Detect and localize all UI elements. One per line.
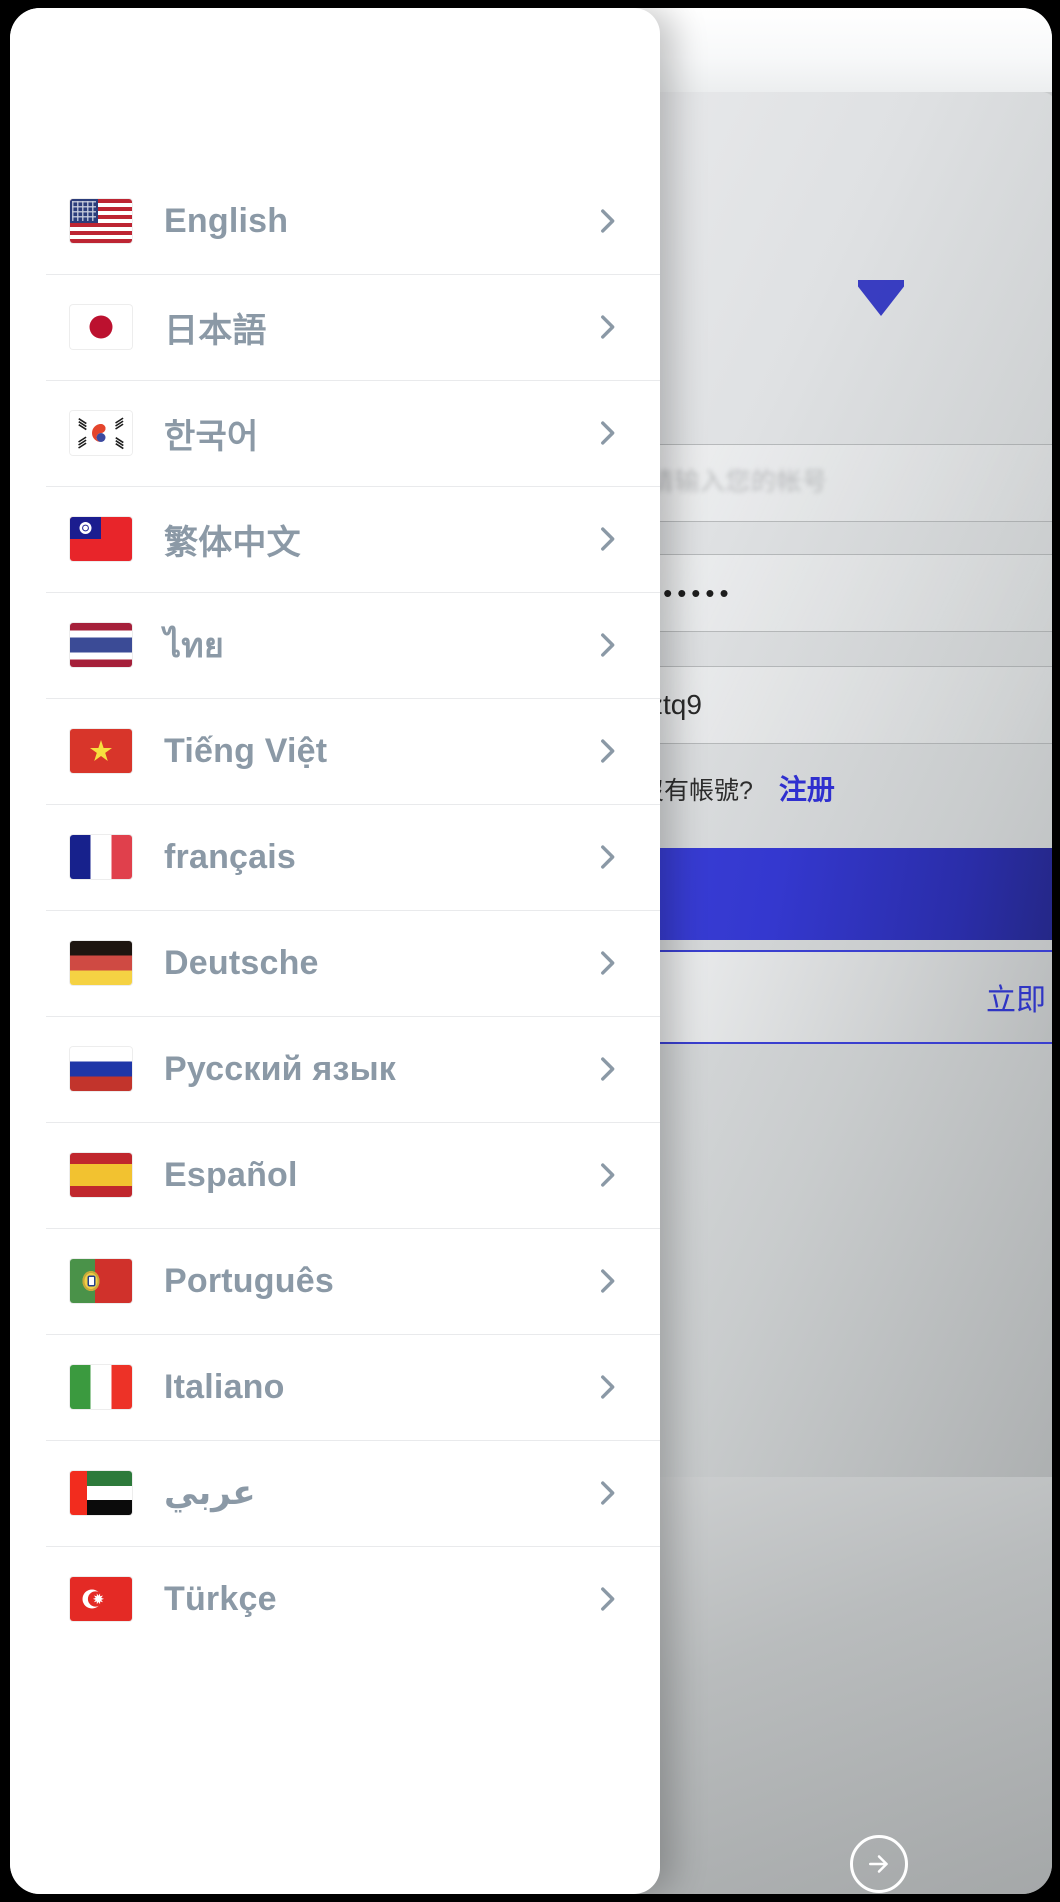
language-label: Deutsche — [164, 943, 319, 982]
language-row-arabic[interactable]: عربي — [10, 1440, 660, 1546]
language-label: 繁体中文 — [164, 523, 301, 562]
language-drawer: English 日本語 한국어 繁体中文 ไทย Tiếng Việt fran… — [10, 8, 660, 1894]
flag-tw-icon — [70, 517, 132, 561]
language-label: ไทย — [164, 627, 225, 665]
chevron-right-icon — [590, 310, 624, 344]
flag-es-icon — [70, 1153, 132, 1197]
language-label: Tiếng Việt — [164, 731, 328, 770]
language-label: English — [164, 201, 289, 240]
chevron-right-icon — [590, 734, 624, 768]
language-label: 日本語 — [164, 311, 267, 350]
chevron-right-icon — [590, 1476, 624, 1510]
chevron-right-icon — [590, 1264, 624, 1298]
flag-ae-icon — [70, 1471, 132, 1515]
language-list: English 日本語 한국어 繁体中文 ไทย Tiếng Việt fran… — [10, 168, 660, 1652]
flag-fr-icon — [70, 835, 132, 879]
phone-screen: 请输入您的帐号 •••••• ztq9 還沒有帳號? 注册 立即 English… — [0, 0, 1060, 1902]
language-row-italian[interactable]: Italiano — [10, 1334, 660, 1440]
chevron-right-icon — [590, 1158, 624, 1192]
chevron-right-icon — [590, 946, 624, 980]
chevron-right-icon — [590, 522, 624, 556]
flag-pt-icon — [70, 1259, 132, 1303]
language-label: عربي — [164, 1474, 256, 1512]
chevron-right-icon — [590, 1052, 624, 1086]
flag-kr-icon — [70, 411, 132, 455]
language-row-japanese[interactable]: 日本語 — [10, 274, 660, 380]
language-row-spanish[interactable]: Español — [10, 1122, 660, 1228]
chevron-right-icon — [590, 628, 624, 662]
register-prompt-row: 還沒有帳號? 注册 — [614, 768, 1052, 808]
chevron-right-icon — [590, 1370, 624, 1404]
flag-ru-icon — [70, 1047, 132, 1091]
register-link[interactable]: 注册 — [779, 768, 835, 808]
chevron-right-icon — [590, 1582, 624, 1616]
password-input-value: •••••• — [649, 577, 734, 608]
password-input[interactable]: •••••• — [614, 554, 1052, 632]
flag-tr-icon — [70, 1577, 132, 1621]
flag-de-icon — [70, 941, 132, 985]
flag-it-icon — [70, 1365, 132, 1409]
language-row-english[interactable]: English — [10, 168, 660, 274]
language-row-thai[interactable]: ไทย — [10, 592, 660, 698]
account-input[interactable]: 请输入您的帐号 — [614, 444, 1052, 522]
language-row-french[interactable]: français — [10, 804, 660, 910]
language-label: Italiano — [164, 1367, 285, 1406]
account-input-value: 请输入您的帐号 — [649, 468, 828, 497]
register-button[interactable]: 立即 — [614, 950, 1052, 1044]
language-label: 한국어 — [164, 417, 259, 456]
language-label: Português — [164, 1261, 334, 1300]
language-row-german[interactable]: Deutsche — [10, 910, 660, 1016]
language-row-turkish[interactable]: Türkçe — [10, 1546, 660, 1652]
chevron-right-icon — [590, 416, 624, 450]
chevron-right-icon — [590, 204, 624, 238]
language-row-portuguese[interactable]: Português — [10, 1228, 660, 1334]
language-label: Русский язык — [164, 1049, 397, 1088]
captcha-input[interactable]: ztq9 — [614, 666, 1052, 744]
arrow-right-circle-icon[interactable] — [850, 1835, 908, 1893]
language-row-russian[interactable]: Русский язык — [10, 1016, 660, 1122]
language-row-vietnamese[interactable]: Tiếng Việt — [10, 698, 660, 804]
language-row-korean[interactable]: 한국어 — [10, 380, 660, 486]
flag-vn-icon — [70, 729, 132, 773]
language-row-traditional-chinese[interactable]: 繁体中文 — [10, 486, 660, 592]
language-label: Türkçe — [164, 1579, 277, 1618]
flag-jp-icon — [70, 305, 132, 349]
register-button-label: 立即 — [986, 984, 1046, 1017]
chevron-right-icon — [590, 840, 624, 874]
flag-us-icon — [70, 199, 132, 243]
login-button[interactable] — [614, 848, 1052, 940]
flag-th-icon — [70, 623, 132, 667]
language-label: français — [164, 837, 297, 876]
language-label: Español — [164, 1155, 298, 1194]
